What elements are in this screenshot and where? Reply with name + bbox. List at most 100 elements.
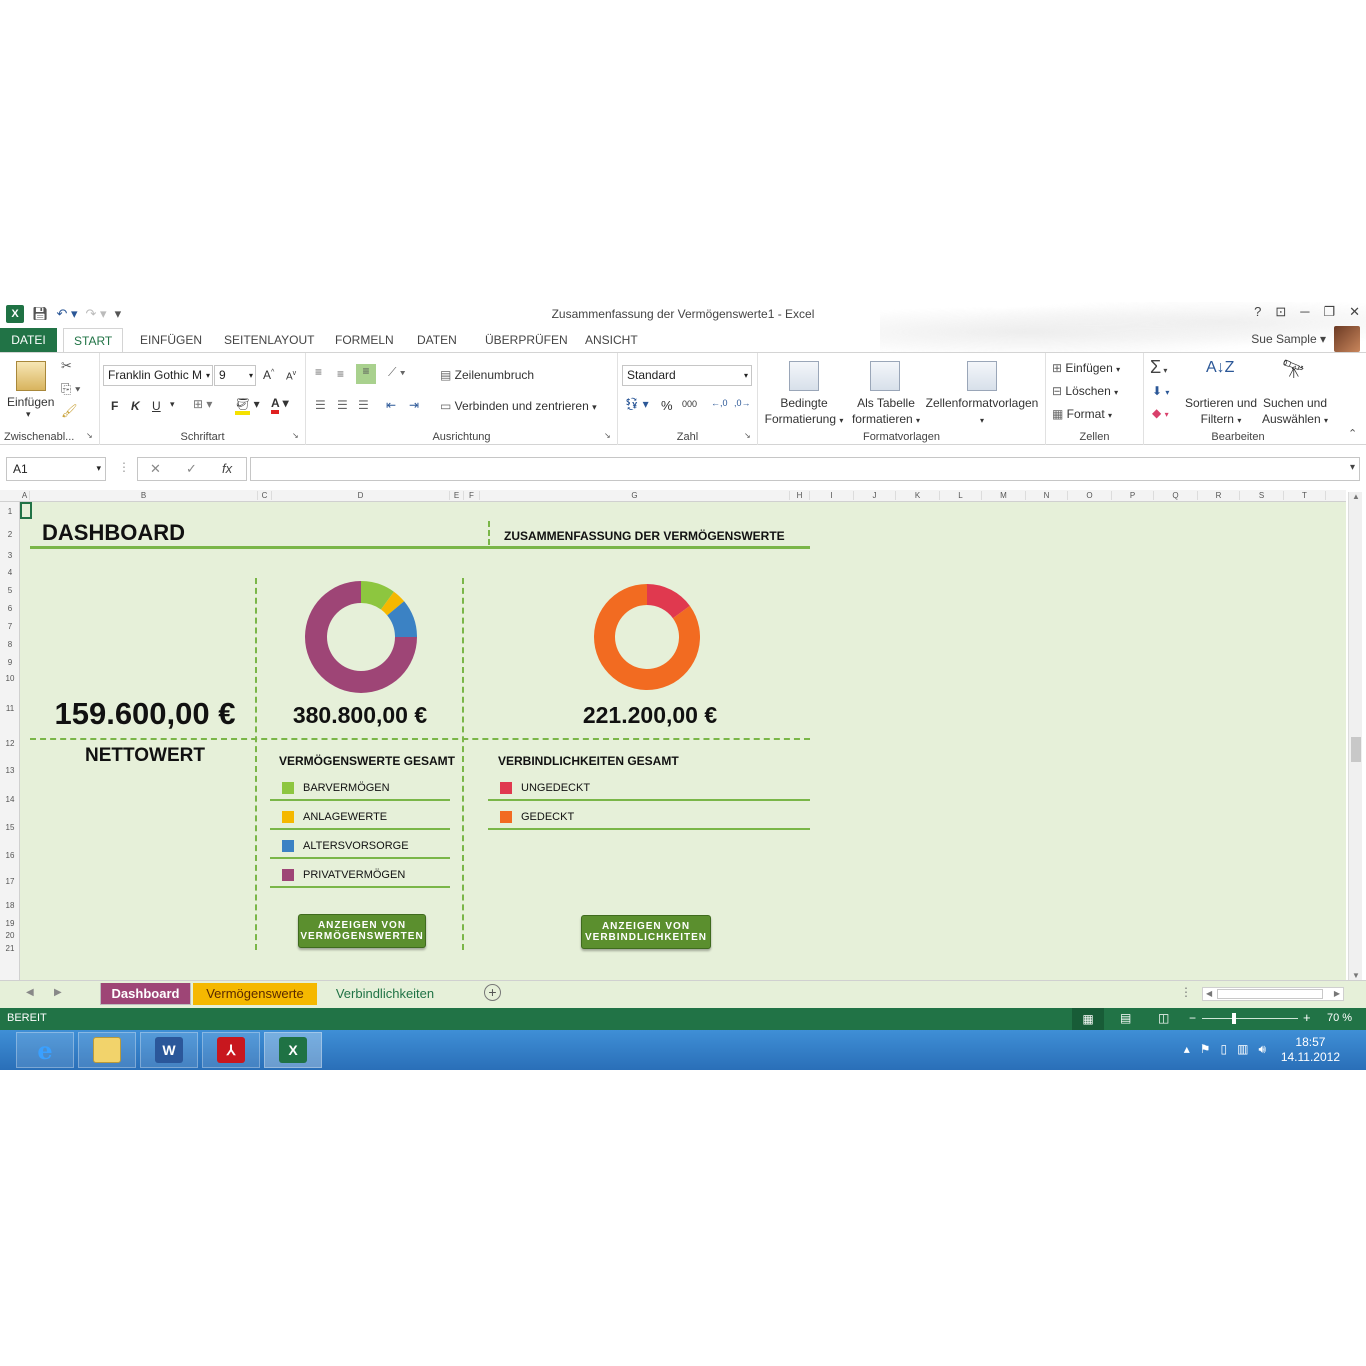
row-header[interactable]: 2 bbox=[0, 530, 20, 539]
add-sheet-icon[interactable]: + bbox=[484, 984, 501, 1001]
italic-button[interactable]: K bbox=[131, 399, 140, 413]
tab-ansicht[interactable]: ANSICHT bbox=[575, 328, 648, 352]
worksheet[interactable]: DASHBOARD ZUSAMMENFASSUNG DER VERMÖGENSW… bbox=[20, 502, 1346, 980]
paste-dropdown-icon[interactable]: ▾ bbox=[26, 409, 31, 420]
row-header[interactable]: 14 bbox=[0, 795, 20, 804]
row-header[interactable]: 17 bbox=[0, 877, 20, 886]
row-header[interactable]: 19 bbox=[0, 919, 20, 928]
taskbar-acrobat[interactable]: ⅄ bbox=[202, 1032, 260, 1068]
cell-styles-button[interactable]: Zellenformatvorlagen ▾ bbox=[924, 395, 1040, 429]
row-header[interactable]: 8 bbox=[0, 640, 20, 649]
formula-input[interactable]: ▾ bbox=[250, 457, 1360, 481]
increase-font-icon[interactable]: A^ bbox=[263, 368, 274, 382]
name-box[interactable]: A1 ▾ bbox=[6, 457, 106, 481]
zoom-out-icon[interactable]: − bbox=[1189, 1011, 1196, 1025]
column-header[interactable]: B bbox=[30, 491, 258, 500]
user-name[interactable]: Sue Sample ▾ bbox=[1251, 332, 1326, 346]
row-header[interactable]: 10 bbox=[0, 674, 20, 683]
zoom-level[interactable]: 70 % bbox=[1327, 1012, 1352, 1024]
prev-sheet-icon[interactable]: ◀ bbox=[26, 987, 34, 998]
column-header[interactable]: C bbox=[258, 491, 272, 500]
avatar[interactable] bbox=[1334, 326, 1360, 352]
scroll-up-icon[interactable]: ▲ bbox=[1352, 492, 1360, 501]
row-header[interactable]: 11 bbox=[0, 704, 20, 713]
horizontal-scroll-thumb[interactable] bbox=[1217, 989, 1323, 999]
scroll-down-icon[interactable]: ▼ bbox=[1352, 971, 1360, 980]
sheet-tab-verbindlichkeiten[interactable]: Verbindlichkeiten bbox=[320, 983, 450, 1005]
format-as-table-button[interactable]: Als Tabelle formatieren ▾ bbox=[846, 395, 926, 429]
row-header[interactable]: 9 bbox=[0, 658, 20, 667]
font-name-select[interactable]: Franklin Gothic M ▾ bbox=[103, 365, 213, 386]
font-color-icon[interactable]: A ▾ bbox=[271, 396, 289, 414]
column-header[interactable]: M bbox=[982, 491, 1026, 500]
autosum-icon[interactable]: Σ ▾ bbox=[1150, 357, 1167, 378]
row-header[interactable]: 20 bbox=[0, 931, 20, 940]
normal-view-icon[interactable]: ▦ bbox=[1072, 1008, 1104, 1030]
fill-color-icon[interactable]: 🪣︎ ▾ bbox=[235, 397, 260, 415]
tab-formeln[interactable]: FORMELN bbox=[325, 328, 404, 352]
align-right-icon[interactable]: ☰ bbox=[358, 398, 369, 412]
restore-icon[interactable]: ❐ bbox=[1323, 304, 1335, 320]
merge-center-button[interactable]: ▭ Verbinden und zentrieren ▾ bbox=[440, 399, 597, 413]
cancel-icon[interactable]: ✕ bbox=[150, 461, 161, 477]
row-header[interactable]: 12 bbox=[0, 739, 20, 748]
number-format-select[interactable]: Standard ▾ bbox=[622, 365, 752, 386]
decrease-decimal-icon[interactable]: ,0→ bbox=[734, 398, 751, 408]
column-header[interactable]: I bbox=[810, 491, 854, 500]
row-header[interactable]: 7 bbox=[0, 622, 20, 631]
action-center-icon[interactable]: ⚑ bbox=[1200, 1042, 1211, 1057]
row-header[interactable]: 1 bbox=[0, 507, 20, 516]
clock[interactable]: 18:57 14.11.2012 bbox=[1281, 1035, 1340, 1065]
zoom-in-icon[interactable]: + bbox=[1303, 1010, 1311, 1025]
font-launcher-icon[interactable]: ↘ bbox=[292, 431, 299, 440]
row-header[interactable]: 4 bbox=[0, 568, 20, 577]
taskbar-word[interactable]: W bbox=[140, 1032, 198, 1068]
column-header[interactable]: G bbox=[480, 491, 790, 500]
horizontal-scrollbar[interactable]: ◀ ▶ bbox=[1202, 987, 1344, 1001]
column-header[interactable]: H bbox=[790, 491, 810, 500]
thousands-button[interactable]: 000 bbox=[682, 399, 697, 409]
insert-cells-button[interactable]: ⊞ Einfügen ▾ bbox=[1052, 361, 1120, 375]
column-header[interactable]: S bbox=[1240, 491, 1284, 500]
ribbon-display-options-icon[interactable]: ⊡ bbox=[1275, 304, 1286, 320]
row-header[interactable]: 6 bbox=[0, 604, 20, 613]
tab-start[interactable]: START bbox=[63, 328, 124, 353]
format-as-table-icon[interactable] bbox=[870, 361, 900, 391]
format-painter-icon[interactable]: 🖌︎ bbox=[61, 403, 78, 419]
align-center-icon[interactable]: ☰ bbox=[337, 398, 348, 412]
clear-icon[interactable]: ◆ ▾ bbox=[1152, 406, 1169, 420]
show-assets-button[interactable]: ANZEIGEN VON VERMÖGENSWERTEN bbox=[298, 914, 426, 948]
tab-seitenlayout[interactable]: SEITENLAYOUT bbox=[214, 328, 324, 352]
show-liabilities-button[interactable]: ANZEIGEN VON VERBINDLICHKEITEN bbox=[581, 915, 711, 949]
column-header[interactable]: O bbox=[1068, 491, 1112, 500]
zoom-slider[interactable] bbox=[1202, 1018, 1298, 1019]
sort-filter-icon[interactable]: A↓Z bbox=[1206, 359, 1234, 377]
vertical-scrollbar[interactable]: ▲ ▼ bbox=[1348, 492, 1362, 980]
column-header[interactable]: R bbox=[1198, 491, 1240, 500]
fill-icon[interactable]: ⬇︎ ▾ bbox=[1152, 384, 1169, 398]
conditional-formatting-icon[interactable] bbox=[789, 361, 819, 391]
font-size-select[interactable]: 9 ▾ bbox=[214, 365, 256, 386]
tray-expand-icon[interactable]: ▴ bbox=[1184, 1042, 1190, 1057]
zoom-slider-thumb[interactable] bbox=[1232, 1013, 1236, 1024]
column-header[interactable]: L bbox=[940, 491, 982, 500]
percent-button[interactable]: % bbox=[661, 398, 673, 413]
battery-icon[interactable]: ▯ bbox=[1220, 1042, 1227, 1057]
scroll-right-icon[interactable]: ▶ bbox=[1334, 989, 1340, 998]
align-left-icon[interactable]: ☰ bbox=[315, 398, 326, 412]
underline-dropdown-icon[interactable]: ▾ bbox=[170, 399, 175, 410]
column-header[interactable]: P bbox=[1112, 491, 1154, 500]
clipboard-launcher-icon[interactable]: ↘ bbox=[86, 431, 93, 440]
delete-cells-button[interactable]: ⊟ Löschen ▾ bbox=[1052, 384, 1118, 398]
orientation-icon[interactable]: ⟋ ▾ bbox=[388, 365, 406, 380]
currency-icon[interactable]: 💱︎ ▾ bbox=[624, 397, 649, 411]
close-icon[interactable]: ✕ bbox=[1349, 304, 1360, 320]
minimize-icon[interactable]: ─ bbox=[1300, 304, 1309, 320]
number-launcher-icon[interactable]: ↘ bbox=[744, 431, 751, 440]
next-sheet-icon[interactable]: ▶ bbox=[54, 987, 62, 998]
tab-einfuegen[interactable]: EINFÜGEN bbox=[130, 328, 212, 352]
border-icon[interactable]: ⊞ ▾ bbox=[193, 397, 212, 411]
active-cell[interactable] bbox=[20, 502, 32, 519]
cut-icon[interactable]: ✂ bbox=[61, 358, 72, 374]
tab-ueberpruefen[interactable]: ÜBERPRÜFEN bbox=[475, 328, 578, 352]
